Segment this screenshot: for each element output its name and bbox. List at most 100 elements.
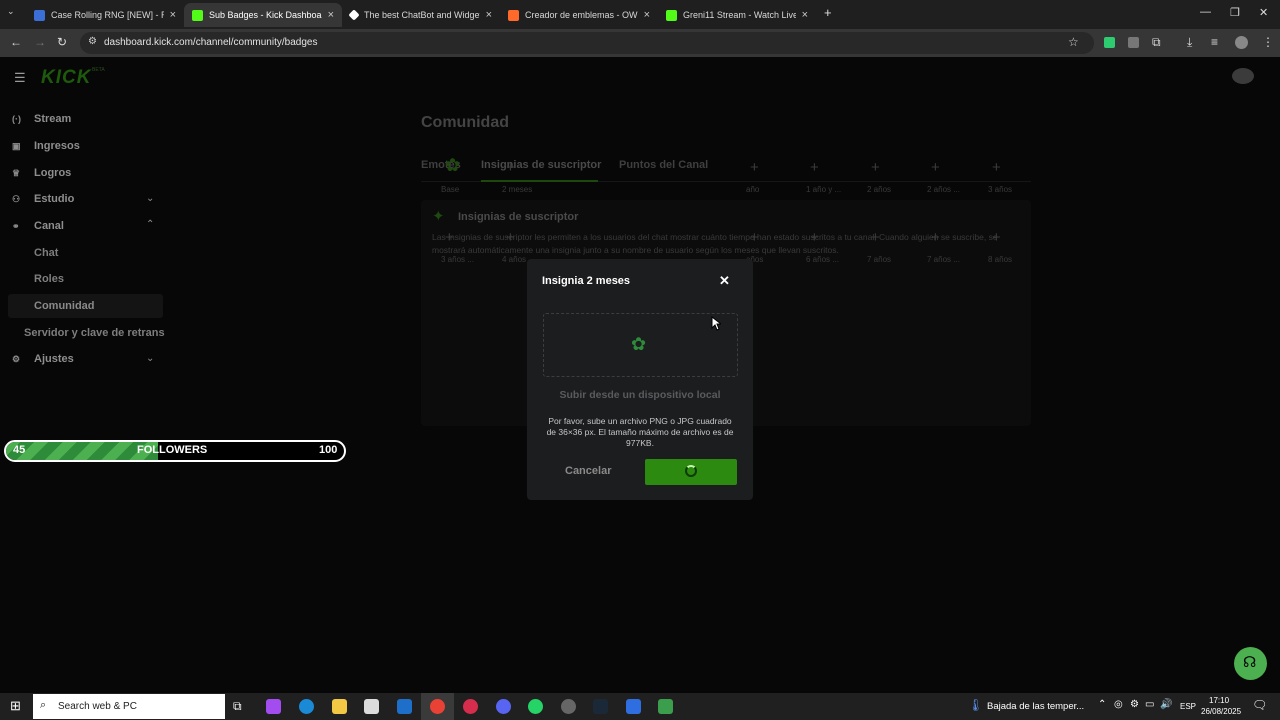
sidebar-item-canal[interactable]: ⚭ Canal xyxy=(12,220,64,232)
add-badge-icon[interactable]: + xyxy=(992,229,1001,246)
restore-icon[interactable]: ❐ xyxy=(1230,6,1240,19)
store-icon[interactable] xyxy=(364,699,379,714)
download-icon[interactable]: ⤓ xyxy=(1187,35,1192,50)
add-badge-icon[interactable]: + xyxy=(506,159,515,176)
close-tab-icon[interactable]: × xyxy=(644,9,650,21)
close-icon[interactable]: ✕ xyxy=(719,273,730,289)
app-icon[interactable] xyxy=(658,699,673,714)
steam-icon[interactable] xyxy=(593,699,608,714)
close-window-icon[interactable]: ✕ xyxy=(1259,6,1268,19)
kick-logo[interactable]: KICK xyxy=(41,67,91,89)
tray-icon[interactable]: ⚙ xyxy=(1130,699,1139,710)
outlook-icon[interactable] xyxy=(397,699,412,714)
browser-tab[interactable]: Greni11 Stream - Watch Live or × xyxy=(658,3,816,27)
reload-icon[interactable]: ↻ xyxy=(57,35,67,49)
add-badge-icon[interactable]: + xyxy=(871,159,880,176)
taskbar-search-box[interactable]: ⌕ Search web & PC xyxy=(33,694,225,719)
menu-dots-icon[interactable]: ⋮ xyxy=(1262,35,1274,49)
sidebar-item-stream[interactable]: (·) Stream xyxy=(12,113,71,125)
forward-icon[interactable]: → xyxy=(34,35,46,49)
app-icon[interactable] xyxy=(463,699,478,714)
add-badge-icon[interactable]: + xyxy=(992,159,1001,176)
profile-avatar[interactable] xyxy=(1235,36,1248,49)
sidebar-item-logros[interactable]: ♕ Logros xyxy=(12,167,71,179)
clock-time[interactable]: 17:10 xyxy=(1209,696,1229,705)
upload-dropzone[interactable]: ✿ xyxy=(543,313,738,377)
copilot-icon[interactable] xyxy=(266,699,281,714)
extensions-puzzle-icon[interactable]: ⧉ xyxy=(1152,35,1161,50)
chrome-icon[interactable] xyxy=(430,699,445,714)
browser-tab[interactable]: Creador de emblemas - OWN3 × xyxy=(500,3,658,27)
user-avatar[interactable] xyxy=(1232,68,1254,84)
badge-tier-label: 2 años xyxy=(867,185,892,194)
badge-tier-label: 3 años ... xyxy=(441,255,474,264)
add-badge-icon[interactable]: + xyxy=(810,229,819,246)
tab-puntos[interactable]: Puntos del Canal xyxy=(619,159,708,171)
followers-goal-bar: 45 FOLLOWERS 100 xyxy=(4,440,346,462)
hamburger-menu-icon[interactable]: ☰ xyxy=(14,70,26,86)
sidebar-item-label: Logros xyxy=(34,167,72,179)
media-control-icon[interactable]: ≡ xyxy=(1211,35,1218,49)
tray-chevron-icon[interactable]: ⌃ xyxy=(1098,699,1106,710)
app-icon[interactable] xyxy=(626,699,641,714)
add-badge-icon[interactable]: + xyxy=(750,229,759,246)
add-badge-icon[interactable]: + xyxy=(506,229,515,246)
cancel-button[interactable]: Cancelar xyxy=(565,465,611,477)
chevron-down-icon[interactable]: ⌄ xyxy=(146,353,154,364)
network-icon[interactable]: ▭ xyxy=(1145,699,1154,710)
add-badge-icon[interactable]: + xyxy=(871,229,880,246)
base-badge-icon[interactable]: ✿ xyxy=(445,155,460,176)
edge-icon[interactable] xyxy=(299,699,314,714)
extension-icon[interactable] xyxy=(1128,37,1139,48)
browser-tab-strip: ⌄ Case Rolling RNG [NEW] - Robl × Sub Ba… xyxy=(0,0,1280,29)
extension-icon[interactable] xyxy=(1104,37,1115,48)
browser-tab[interactable]: The best ChatBot and Widgets × xyxy=(342,3,500,27)
close-tab-icon[interactable]: × xyxy=(328,9,334,21)
sidebar-item-estudio[interactable]: ⚇ Estudio xyxy=(12,193,74,205)
address-bar[interactable]: ⚙ dashboard.kick.com/channel/community/b… xyxy=(80,32,1094,54)
add-badge-icon[interactable]: + xyxy=(931,229,940,246)
upload-local-label[interactable]: Subir desde un dispositivo local xyxy=(527,389,753,401)
tab-insignias[interactable]: Insignias de suscriptor xyxy=(481,159,601,171)
chevron-up-icon[interactable]: ⌃ xyxy=(146,219,154,230)
sidebar-subitem-server[interactable]: Servidor y clave de retrans xyxy=(24,327,165,339)
windows-start-icon[interactable]: ⊞ xyxy=(10,698,21,714)
support-chat-button[interactable]: ☊ xyxy=(1234,647,1267,680)
close-tab-icon[interactable]: × xyxy=(170,9,176,21)
sidebar-item-ajustes[interactable]: ⚙ Ajustes xyxy=(12,353,74,365)
tray-icon[interactable]: ◎ xyxy=(1114,699,1123,710)
minimize-icon[interactable]: — xyxy=(1200,6,1211,18)
add-badge-icon[interactable]: + xyxy=(750,159,759,176)
sidebar-subitem-chat[interactable]: Chat xyxy=(34,247,58,259)
tab-search-icon[interactable]: ⌄ xyxy=(7,6,15,17)
site-info-icon[interactable]: ⚙ xyxy=(88,36,97,47)
chevron-down-icon[interactable]: ⌄ xyxy=(146,193,154,204)
add-badge-icon[interactable]: + xyxy=(810,159,819,176)
file-explorer-icon[interactable] xyxy=(332,699,347,714)
bookmark-star-icon[interactable]: ☆ xyxy=(1068,35,1079,49)
browser-toolbar: ← → ↻ ⚙ dashboard.kick.com/channel/commu… xyxy=(0,29,1280,57)
notifications-icon[interactable]: 🗨 xyxy=(1252,698,1267,712)
browser-tab[interactable]: Case Rolling RNG [NEW] - Robl × xyxy=(26,3,184,27)
volume-icon[interactable]: 🔊 xyxy=(1160,699,1172,710)
obs-icon[interactable] xyxy=(561,699,576,714)
submit-button-loading[interactable] xyxy=(645,459,737,485)
browser-tab-active[interactable]: Sub Badges - Kick Dashboard × xyxy=(184,3,342,27)
sidebar-item-ingresos[interactable]: ▣ Ingresos xyxy=(12,140,80,152)
whatsapp-icon[interactable] xyxy=(528,699,543,714)
weather-text[interactable]: Bajada de las temper... xyxy=(987,701,1084,712)
new-tab-icon[interactable]: + xyxy=(824,5,832,20)
task-view-icon[interactable]: ⧉ xyxy=(233,699,242,714)
upload-help-text: Por favor, sube un archivo PNG o JPG cua… xyxy=(546,416,734,448)
clock-date[interactable]: 26/08/2025 xyxy=(1201,707,1241,716)
close-tab-icon[interactable]: × xyxy=(486,9,492,21)
back-icon[interactable]: ← xyxy=(10,35,22,49)
sidebar-subitem-roles[interactable]: Roles xyxy=(34,273,64,285)
add-badge-icon[interactable]: + xyxy=(445,229,454,246)
add-badge-icon[interactable]: + xyxy=(931,159,940,176)
close-tab-icon[interactable]: × xyxy=(802,9,808,21)
sidebar-subitem-comunidad[interactable]: Comunidad xyxy=(34,300,95,312)
sidebar-item-label: Estudio xyxy=(34,193,75,205)
discord-icon[interactable] xyxy=(496,699,511,714)
language-indicator[interactable]: ESP xyxy=(1180,702,1196,711)
